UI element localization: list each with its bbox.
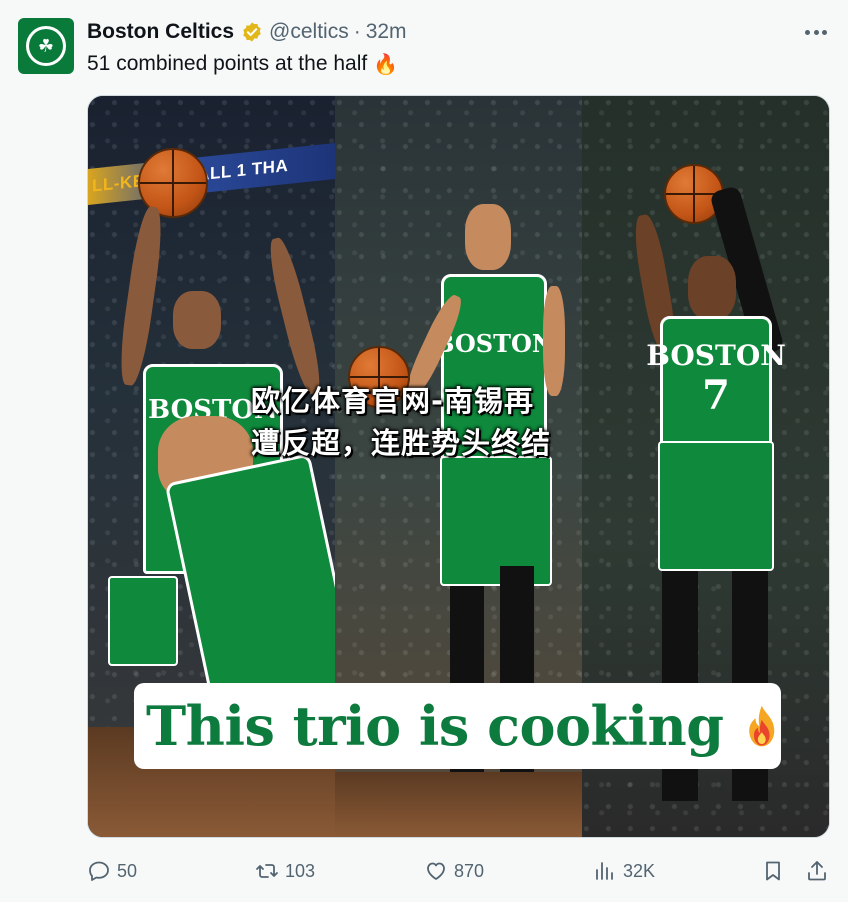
- like-button[interactable]: 870: [424, 859, 484, 883]
- retweet-button[interactable]: 103: [255, 859, 315, 883]
- player-jersey: BOSTON 7: [646, 316, 786, 456]
- views-count: 32K: [623, 860, 656, 881]
- share-icon: [808, 861, 826, 881]
- author-handle[interactable]: @celtics: [269, 20, 349, 44]
- avatar[interactable]: ☘: [18, 18, 74, 74]
- fire-icon: [749, 705, 775, 747]
- bookmark-button[interactable]: [761, 859, 785, 883]
- share-button[interactable]: [805, 859, 829, 883]
- author-name[interactable]: Boston Celtics: [87, 20, 234, 44]
- like-count: 870: [454, 860, 485, 881]
- celtics-logo-icon: ☘: [23, 23, 69, 69]
- separator-dot: ·: [353, 20, 361, 43]
- more-options-icon[interactable]: [804, 20, 828, 44]
- overlay-caption-text: This trio is cooking: [146, 694, 724, 758]
- reply-icon: [89, 861, 109, 881]
- tweet-text-body: 51 combined points at the half: [87, 52, 368, 75]
- fire-emoji: 🔥: [373, 53, 399, 76]
- tweet-card[interactable]: ☘ Boston Celtics @celtics · 32m 51 combi…: [0, 0, 848, 902]
- retweet-count: 103: [285, 860, 316, 881]
- bookmark-icon: [766, 861, 780, 881]
- retweet-icon: [256, 864, 278, 878]
- tweet-header: Boston Celtics @celtics · 32m: [87, 19, 407, 45]
- tweet-timestamp[interactable]: 32m: [366, 20, 407, 44]
- reply-count: 50: [117, 860, 138, 881]
- reply-button[interactable]: 50: [87, 859, 137, 883]
- views-chart-icon: [596, 862, 613, 880]
- heart-icon: [427, 862, 445, 880]
- watermark-text: 欧亿体育官网-南锡再 遭反超，连胜势头终结: [251, 384, 552, 460]
- views-button[interactable]: 32K: [593, 859, 655, 883]
- tweet-text: 51 combined points at the half 🔥: [87, 50, 398, 78]
- verified-badge-icon[interactable]: [241, 21, 263, 43]
- tweet-media[interactable]: LL-KE NE CALL 1 THA BOSTON BOSTON BOSTON…: [87, 95, 830, 838]
- tweet-actions: 50 103 870 32K: [87, 856, 832, 886]
- overlay-caption: This trio is cooking: [134, 683, 781, 769]
